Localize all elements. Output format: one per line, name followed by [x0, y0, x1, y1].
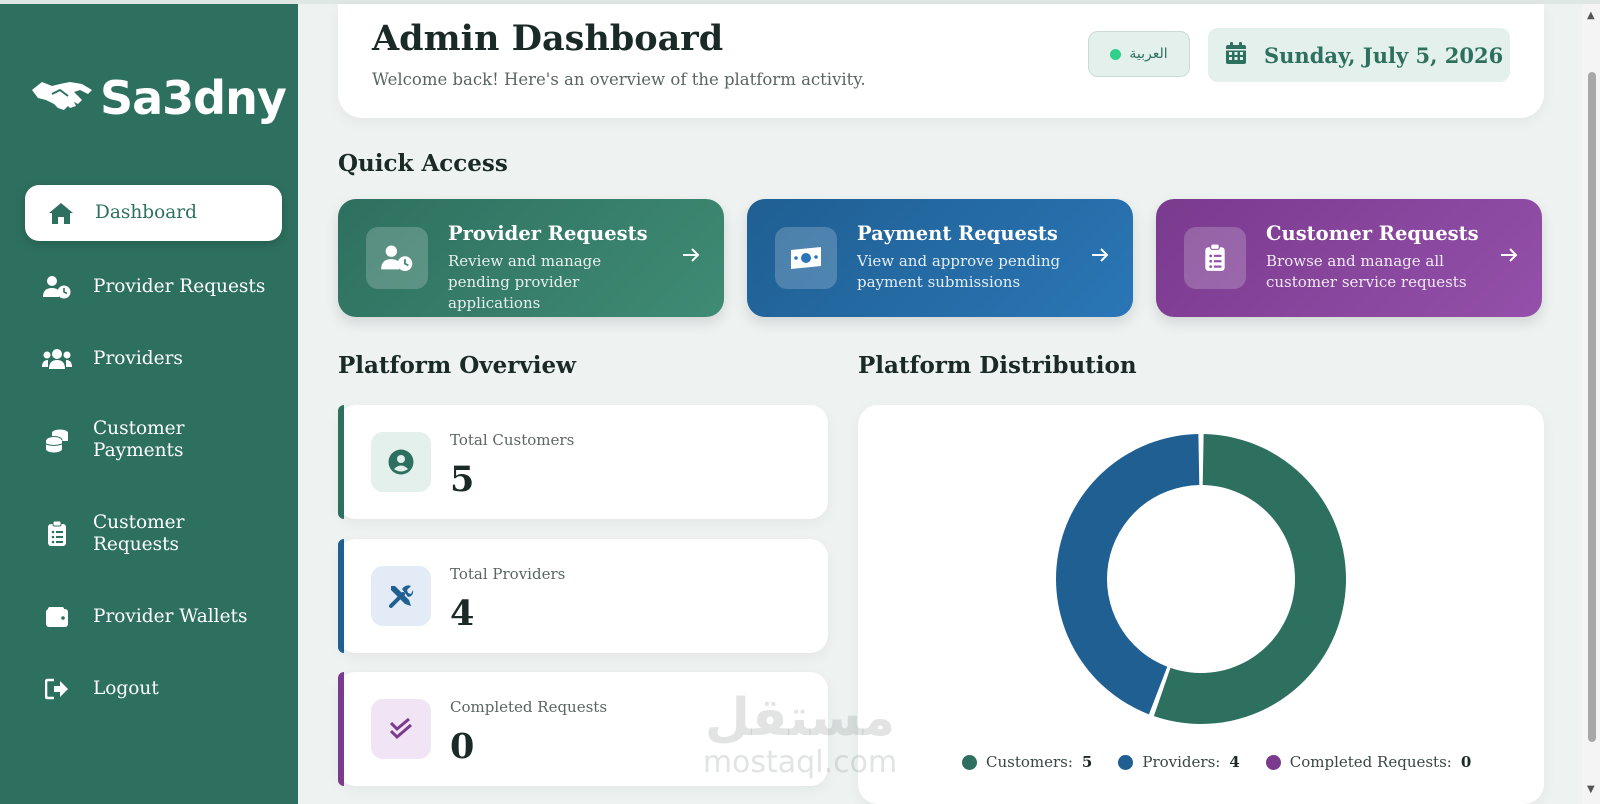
handshake-icon: [30, 76, 94, 120]
legend-value: 0: [1460, 753, 1472, 771]
quick-access-card-desc: Review and manage pending provider appli…: [448, 252, 602, 312]
stat-accent-bar: [338, 539, 344, 653]
distribution-card: Customers: 5 Providers: 4 Completed Requ…: [858, 405, 1544, 804]
arrow-right-icon: [682, 247, 700, 267]
legend-dot: [962, 754, 977, 770]
quick-access-card-desc: Browse and manage all customer service r…: [1266, 252, 1467, 291]
tools-icon: [371, 566, 431, 626]
scroll-down-icon[interactable]: ▼: [1587, 784, 1595, 795]
quick-access-card-title: Customer Requests: [1266, 222, 1479, 245]
stat-label: Completed Requests: [450, 698, 608, 716]
arrow-right-icon: [1500, 247, 1518, 267]
stat-label: Total Providers: [450, 565, 566, 583]
sidebar-item-customer-payments[interactable]: Customer Payments: [25, 416, 282, 464]
quick-access-payment-requests[interactable]: Payment Requests View and approve pendin…: [747, 199, 1133, 317]
stat-value: 5: [450, 459, 475, 500]
distribution-donut-chart: [1056, 434, 1346, 724]
page-title: Admin Dashboard: [372, 18, 724, 59]
double-check-icon: [371, 699, 431, 759]
watermark-arabic: مستقل: [704, 688, 896, 748]
language-label: العربية: [1129, 46, 1168, 62]
quick-access-provider-requests[interactable]: Provider Requests Review and manage pend…: [338, 199, 724, 317]
clipboard-list-icon: [1184, 227, 1246, 289]
sidebar-item-label: Providers: [93, 348, 183, 369]
calendar-icon: [1226, 41, 1246, 69]
date-text: Sunday, July 5, 2026: [1264, 42, 1504, 68]
stat-value: 4: [450, 593, 475, 634]
legend-dot: [1265, 754, 1281, 770]
status-dot-icon: [1110, 48, 1122, 60]
stat-accent-bar: [338, 405, 344, 519]
user-circle-icon: [371, 432, 431, 492]
money-bill-icon: [775, 227, 837, 289]
sidebar-item-label: Provider Requests: [93, 276, 266, 297]
date-display: Sunday, July 5, 2026: [1208, 28, 1510, 82]
legend-label: Completed Requests:: [1289, 753, 1452, 771]
legend-value: 5: [1081, 753, 1093, 771]
main-content: Admin Dashboard Welcome back! Here's an …: [298, 4, 1582, 804]
coins-icon: [37, 427, 77, 453]
home-icon: [41, 201, 81, 225]
stat-accent-bar: [338, 672, 344, 786]
scrollbar-thumb[interactable]: [1588, 72, 1596, 742]
sidebar-item-label: Customer Payments: [93, 418, 185, 461]
sidebar-item-label: Provider Wallets: [93, 606, 248, 627]
scroll-up-icon[interactable]: ▲: [1587, 10, 1595, 21]
page-subtitle: Welcome back! Here's an overview of the …: [372, 70, 866, 89]
stat-label: Total Customers: [450, 431, 575, 449]
legend-item-customers[interactable]: Customers: 5: [962, 753, 1092, 771]
legend-dot: [1118, 754, 1134, 770]
user-clock-icon: [366, 227, 428, 289]
sidebar-item-provider-requests[interactable]: Provider Requests: [25, 272, 282, 302]
logo-text: Sa3dny: [100, 71, 287, 125]
quick-access-card-title: Payment Requests: [857, 222, 1058, 245]
platform-overview-title: Platform Overview: [338, 352, 576, 379]
logo[interactable]: Sa3dny: [30, 70, 287, 126]
sidebar-item-label: Logout: [93, 678, 159, 699]
users-icon: [37, 348, 77, 370]
quick-access-customer-requests[interactable]: Customer Requests Browse and manage all …: [1156, 199, 1542, 317]
quick-access-card-title: Provider Requests: [448, 222, 648, 245]
legend-item-providers[interactable]: Providers: 4: [1118, 753, 1240, 771]
sidebar: Sa3dny Dashboard Provider Requests Provi…: [0, 4, 298, 804]
chart-legend: Customers: 5 Providers: 4 Completed Requ…: [962, 753, 1471, 771]
legend-item-completed-requests[interactable]: Completed Requests: 0: [1265, 753, 1472, 771]
legend-label: Customers:: [986, 753, 1073, 771]
wallet-icon: [37, 606, 77, 628]
scrollbar[interactable]: ▲ ▼: [1582, 4, 1600, 804]
clipboard-list-icon: [37, 521, 77, 547]
sidebar-item-provider-wallets[interactable]: Provider Wallets: [25, 602, 282, 632]
sign-out-icon: [37, 678, 77, 700]
stat-value: 0: [450, 726, 475, 767]
watermark-latin: mostaql.com: [702, 745, 898, 780]
stat-card-total-customers: Total Customers 5: [338, 405, 828, 519]
watermark: مستقل mostaql.com: [700, 690, 900, 790]
platform-distribution-title: Platform Distribution: [858, 352, 1137, 379]
sidebar-item-customer-requests[interactable]: Customer Requests: [25, 510, 282, 558]
language-toggle-button[interactable]: العربية: [1088, 31, 1190, 77]
sidebar-item-logout[interactable]: Logout: [25, 674, 282, 704]
stat-card-total-providers: Total Providers 4: [338, 539, 828, 653]
quick-access-card-desc: View and approve pending payment submiss…: [857, 252, 1061, 291]
sidebar-item-label: Dashboard: [95, 202, 197, 223]
sidebar-item-providers[interactable]: Providers: [25, 344, 282, 374]
quick-access-title: Quick Access: [338, 150, 508, 177]
user-clock-icon: [37, 275, 77, 299]
arrow-right-icon: [1091, 247, 1109, 267]
legend-value: 4: [1229, 753, 1240, 771]
sidebar-item-dashboard[interactable]: Dashboard: [25, 185, 282, 241]
header-card: Admin Dashboard Welcome back! Here's an …: [338, 4, 1544, 118]
legend-label: Providers:: [1142, 753, 1221, 771]
sidebar-item-label: Customer Requests: [93, 512, 185, 555]
